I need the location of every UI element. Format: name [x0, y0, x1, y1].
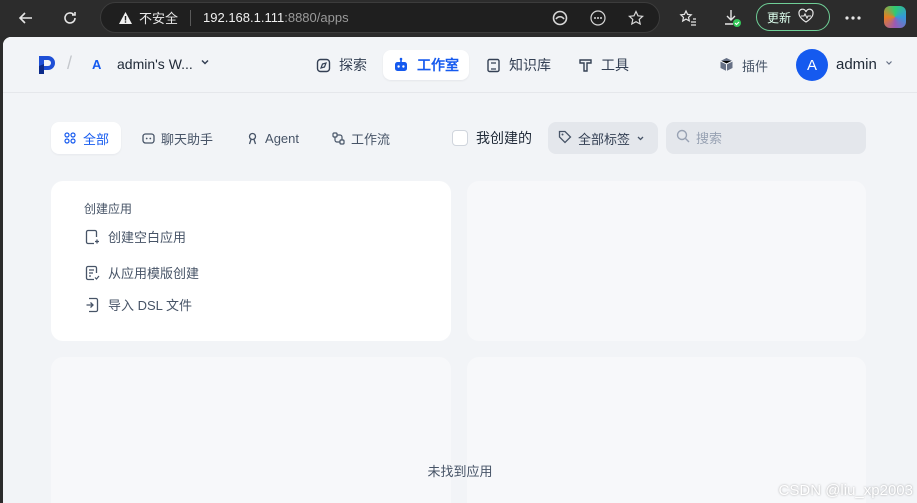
main-nav: 探索 工作室 知识库 工具	[305, 50, 639, 80]
placeholder-card	[51, 357, 451, 503]
tag-icon	[558, 130, 572, 147]
tab-workflow[interactable]: 工作流	[319, 122, 402, 154]
watermark: CSDN @liu_xp2003	[778, 482, 913, 499]
create-app-title: 创建应用	[84, 202, 133, 216]
insecure-label[interactable]: 不安全	[139, 8, 178, 27]
created-by-me-label: 我创建的	[476, 130, 532, 146]
avatar[interactable]: A	[796, 49, 828, 81]
nav-explore-label: 探索	[339, 57, 367, 73]
app-type-tabs: 全部 聊天助手 Agent 工作流	[51, 122, 402, 154]
star-icon[interactable]	[627, 9, 645, 27]
chat-icon	[141, 131, 155, 145]
update-label: 更新	[767, 10, 792, 25]
placeholder-card	[467, 181, 866, 341]
search-icon	[676, 129, 690, 148]
search-box[interactable]	[666, 122, 866, 154]
chevron-down-icon[interactable]	[885, 59, 893, 70]
create-from-template-button[interactable]: 从应用模版创建	[84, 263, 199, 282]
nav-explore[interactable]: 探索	[305, 50, 377, 80]
url-path: :8880/apps	[284, 10, 349, 25]
app-header: / A admin's W... 探索 工作室 知识库 工具 插件 A admi…	[3, 37, 917, 93]
nav-studio-label: 工作室	[417, 57, 459, 73]
tab-workflow-label: 工作流	[351, 131, 391, 147]
workflow-icon	[331, 131, 345, 145]
browser-toolbar: 不安全 192.168.1.111:8880/apps 更新	[0, 0, 917, 36]
tab-chat-assistant-label: 聊天助手	[161, 131, 214, 147]
address-bar[interactable]: 不安全 192.168.1.111:8880/apps	[100, 2, 660, 33]
plugins-label: 插件	[742, 59, 769, 74]
tab-all[interactable]: 全部	[51, 122, 122, 154]
file-template-icon	[84, 265, 100, 281]
file-import-icon	[84, 297, 100, 313]
user-name[interactable]: admin	[836, 56, 877, 73]
tab-agent[interactable]: Agent	[233, 122, 311, 154]
workspace-letter: A	[92, 57, 102, 72]
update-button[interactable]: 更新	[756, 3, 830, 31]
nav-tools[interactable]: 工具	[567, 50, 639, 80]
created-by-me-checkbox[interactable]	[452, 130, 468, 146]
downloads-icon[interactable]	[722, 8, 742, 28]
breadcrumb-slash: /	[67, 53, 73, 73]
url-host: 192.168.1.111	[203, 10, 285, 25]
address-divider	[190, 9, 192, 26]
search-input[interactable]	[696, 130, 856, 146]
dify-logo-icon[interactable]	[37, 54, 57, 76]
nav-knowledge-label: 知识库	[509, 57, 551, 73]
import-dsl-button[interactable]: 导入 DSL 文件	[84, 295, 192, 314]
import-dsl-label: 导入 DSL 文件	[108, 298, 193, 313]
chevron-down-icon	[636, 131, 645, 146]
more-dots-circle-icon[interactable]	[589, 9, 607, 27]
robot-icon	[393, 57, 409, 73]
cube-icon	[719, 57, 734, 75]
create-blank-app-label: 创建空白应用	[108, 230, 187, 245]
plugins-button[interactable]: 插件	[719, 56, 768, 75]
app-page: / A admin's W... 探索 工作室 知识库 工具 插件 A admi…	[3, 37, 917, 503]
empty-state-message: 未找到应用	[427, 464, 493, 479]
warning-icon	[117, 10, 133, 26]
create-blank-app-button[interactable]: 创建空白应用	[84, 227, 186, 246]
grid-icon	[63, 131, 77, 145]
copilot-icon[interactable]	[884, 6, 906, 28]
nav-knowledge[interactable]: 知识库	[475, 50, 561, 80]
agent-icon	[245, 131, 259, 145]
heart-pulse-icon	[797, 8, 815, 27]
tab-agent-label: Agent	[265, 130, 300, 146]
tags-select-label: 全部标签	[578, 131, 631, 147]
favorites-icon[interactable]	[678, 8, 698, 28]
workspace-name[interactable]: admin's W...	[117, 56, 193, 72]
edge-translate-icon[interactable]	[551, 9, 569, 27]
compass-icon	[315, 57, 331, 73]
file-plus-icon	[84, 229, 100, 245]
more-menu-icon[interactable]	[843, 8, 863, 28]
tab-all-label: 全部	[83, 131, 110, 147]
reload-icon[interactable]	[56, 4, 84, 32]
tab-chat-assistant[interactable]: 聊天助手	[129, 122, 225, 154]
nav-studio[interactable]: 工作室	[383, 50, 469, 80]
book-icon	[485, 57, 501, 73]
nav-tools-label: 工具	[601, 57, 629, 73]
create-app-card: 创建应用 创建空白应用 从应用模版创建 导入 DSL 文件	[51, 181, 451, 341]
back-arrow-icon[interactable]	[12, 4, 40, 32]
create-from-template-label: 从应用模版创建	[108, 266, 200, 281]
hammer-icon	[577, 57, 593, 73]
created-by-me-filter[interactable]: 我创建的	[452, 128, 532, 148]
tags-select[interactable]: 全部标签	[548, 122, 658, 154]
chevron-down-icon[interactable]	[200, 56, 210, 70]
